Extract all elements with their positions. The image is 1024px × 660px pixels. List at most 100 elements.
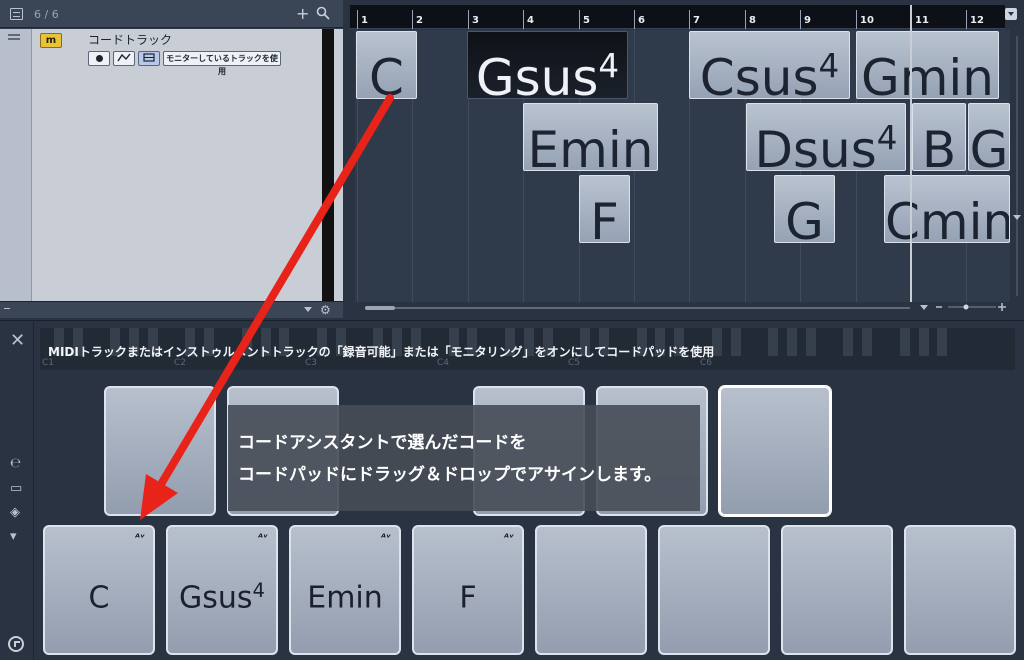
chord-pad-top[interactable] [104, 386, 216, 516]
voicing-icon[interactable]: ᴬᵛ [258, 533, 268, 544]
monitor-icon [143, 53, 155, 62]
ruler-bar-number: 1 [357, 10, 368, 29]
chord-label: G [785, 192, 824, 243]
horizontal-zoom-control[interactable] [918, 300, 1008, 314]
pads-info-message: MIDIトラックまたはインストゥルメントトラックの「録音可能」または「モニタリン… [48, 345, 715, 359]
track-mute-button[interactable]: m [40, 33, 62, 48]
tooltip-line: コードアシスタントで選んだコードを [238, 433, 527, 453]
black-key [787, 328, 797, 356]
black-key [862, 328, 872, 356]
chord-extension: 4 [876, 119, 898, 157]
chord-label: Dsus [754, 120, 877, 171]
ruler-bar-number: 5 [579, 10, 590, 29]
chord-event[interactable]: G [968, 103, 1010, 171]
chord-pad-label: Emin [291, 571, 399, 619]
horizontal-scrollbar[interactable] [355, 302, 1010, 316]
ruler-bar-number: 3 [468, 10, 479, 29]
chord-pad[interactable]: ᴬᵛ Emin [289, 525, 401, 655]
chord-pad[interactable] [781, 525, 893, 655]
ruler-bar-number: 12 [966, 10, 984, 29]
black-key [806, 328, 816, 356]
black-key [768, 328, 778, 356]
chord-event[interactable]: Gsus4 [467, 31, 628, 99]
chord-pad-root: Emin [307, 580, 383, 616]
chord-pad[interactable]: ᴬᵛ Gsus4 [166, 525, 278, 655]
chord-label: Emin [527, 120, 654, 171]
chord-label: Gmin [860, 48, 995, 99]
chord-label: Cmin [885, 192, 1010, 243]
chord-event[interactable]: Gmin [856, 31, 999, 99]
chord-pad[interactable] [904, 525, 1016, 655]
reset-icon[interactable] [8, 636, 24, 652]
record-enable-button[interactable] [88, 51, 110, 66]
track-menu-icon[interactable] [8, 34, 20, 44]
track-list-scrollbar[interactable] [322, 29, 334, 301]
zoom-slider-icon [1013, 36, 1021, 296]
use-monitored-track-button[interactable]: モニターしているトラックを使用 [163, 51, 281, 76]
black-key [731, 328, 741, 356]
chord-extension: 4 [818, 47, 840, 85]
chord-event[interactable]: C [356, 31, 417, 99]
chord-pad[interactable]: ᴬᵛ C [43, 525, 155, 655]
track-name[interactable]: コードトラック [88, 31, 172, 48]
ruler-bar-number: 6 [634, 10, 645, 29]
ruler-bar-number: 8 [745, 10, 756, 29]
chord-event[interactable]: Csus4 [689, 31, 850, 99]
chord-label: Csus [699, 48, 819, 99]
tooltip-line: コードパッドにドラッグ＆ドロップでアサインします。 [238, 465, 662, 485]
chord-label: G [969, 120, 1009, 171]
black-key [919, 328, 929, 356]
chevron-down-icon[interactable] [304, 307, 312, 312]
drag-drop-hint-tooltip: コードアシスタントで選んだコードを コードパッドにドラッグ＆ドロップでアサインし… [228, 405, 700, 511]
chord-pad[interactable]: ᴬᵛ F [412, 525, 524, 655]
track-row[interactable] [0, 29, 343, 301]
voicing-icon[interactable]: ᴬᵛ [381, 533, 391, 544]
voicing-icon[interactable]: ᴬᵛ [135, 533, 145, 544]
chord-pad-label: F [414, 571, 522, 619]
chord-event[interactable]: G [774, 175, 835, 243]
tag-icon[interactable]: ◈ [10, 505, 20, 520]
chord-pad-top-selected[interactable] [719, 386, 831, 516]
close-icon[interactable]: ✕ [10, 330, 25, 351]
chord-pad[interactable] [535, 525, 647, 655]
zoom-slider-icon [920, 303, 1006, 311]
ruler-menu-icon[interactable] [1005, 8, 1017, 20]
search-icon[interactable] [316, 6, 330, 20]
track-color-strip [0, 29, 32, 301]
chord-event[interactable]: B [912, 103, 966, 171]
chord-event[interactable]: F [579, 175, 630, 243]
add-track-icon[interactable]: + [296, 4, 309, 23]
timeline-ruler[interactable]: 1 2 3 4 5 6 7 8 9 10 11 12 [350, 5, 1005, 29]
voicing-icon[interactable]: ᴬᵛ [504, 533, 514, 544]
track-list-header: 6 / 6 + [0, 0, 343, 28]
comment-icon[interactable]: ▭ [10, 481, 22, 496]
chord-label: Gsus [475, 48, 599, 99]
ruler-bar-number: 11 [911, 10, 929, 29]
monitor-button[interactable] [138, 51, 160, 66]
chord-event[interactable]: Emin [523, 103, 658, 171]
chord-event[interactable]: Cmin [884, 175, 1010, 243]
chord-event[interactable]: Dsus4 [746, 103, 906, 171]
black-key [900, 328, 910, 356]
vertical-scrollbar[interactable] [1010, 30, 1024, 302]
track-count: 6 / 6 [34, 8, 59, 21]
chord-extension: 4 [598, 47, 620, 85]
ruler-bar-number: 9 [800, 10, 811, 29]
automation-button[interactable] [113, 51, 135, 66]
black-key [937, 328, 947, 356]
collapse-icon[interactable] [4, 308, 10, 309]
chevron-down-icon[interactable]: ▾ [10, 529, 17, 544]
chord-pad-root: C [88, 580, 110, 616]
ruler-bar-number: 7 [689, 10, 700, 29]
ruler-bar-number: 4 [523, 10, 534, 29]
chord-label: F [590, 192, 619, 243]
chord-pad-root: Gsus [179, 580, 253, 616]
project-cursor[interactable] [910, 5, 912, 312]
chord-pad[interactable] [658, 525, 770, 655]
gear-icon[interactable]: ⚙ [320, 303, 331, 317]
pad-edit-icon[interactable]: ℮ [10, 456, 21, 471]
list-menu-icon[interactable] [10, 8, 23, 20]
chord-pad-label: C [45, 571, 153, 619]
scroll-thumb[interactable] [365, 306, 395, 310]
automation-icon [117, 53, 131, 62]
